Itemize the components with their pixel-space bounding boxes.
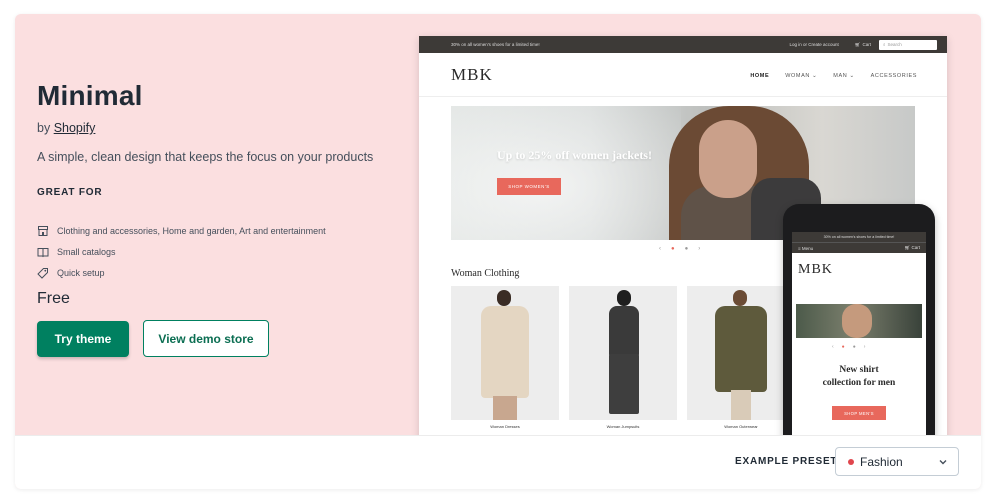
mobile-preview: 30% on all women's shoes for a limited t…	[783, 204, 935, 464]
account-links: Log in or Create account	[789, 42, 839, 47]
chevron-left-icon: ‹	[659, 246, 661, 252]
mobile-logo: MBK	[798, 262, 833, 277]
preset-color-swatch	[848, 458, 854, 465]
mobile-cart: 🛒︎ Cart	[904, 245, 921, 250]
section-title: Woman Clothing	[451, 268, 520, 279]
slider-dot: ●	[671, 246, 675, 252]
search-icon: ⌕	[883, 42, 886, 47]
shop-womens-button: SHOP WOMEN'S	[497, 178, 561, 195]
theme-title: Minimal	[37, 80, 143, 111]
cart-icon: 🛒︎	[904, 245, 911, 250]
author-link[interactable]: Shopify	[54, 121, 96, 135]
by-prefix: by	[37, 121, 51, 135]
feature-item: Clothing and accessories, Home and garde…	[37, 225, 326, 237]
chevron-right-icon: ›	[863, 344, 866, 350]
great-for-heading: GREAT FOR	[37, 187, 103, 198]
product-card	[569, 286, 677, 420]
try-theme-button[interactable]: Try theme	[37, 321, 129, 357]
mobile-screen: 30% on all women's shoes for a limited t…	[792, 232, 926, 464]
product-title: Woman Dresses	[490, 424, 520, 429]
store-icon	[38, 226, 48, 236]
product-title: Woman Jumpsuits	[606, 424, 640, 429]
store-header: MBK HOME WOMAN ⌄ MAN ⌄ ACCESSORIES	[419, 53, 947, 97]
feature-item: Small catalogs	[37, 246, 116, 258]
slider-dot: ●	[852, 344, 856, 350]
search-box: ⌕ Search	[879, 39, 937, 50]
byline: by Shopify	[37, 121, 95, 135]
preset-bar: EXAMPLE PRESETS Fashion	[15, 435, 981, 489]
product-card	[687, 286, 795, 420]
store-logo: MBK	[451, 65, 493, 84]
announcement-bar: 30% on all women's shoes for a limited t…	[419, 36, 947, 53]
nav-item-woman: WOMAN ⌄	[785, 73, 818, 79]
feature-label: Small catalogs	[57, 247, 116, 257]
search-placeholder: Search	[887, 42, 902, 47]
book-icon	[37, 248, 49, 258]
chevron-left-icon: ‹	[832, 344, 834, 350]
theme-card: Minimal by Shopify A simple, clean desig…	[15, 14, 981, 489]
mobile-menu-bar: ≡ Menu 🛒︎ Cart	[792, 242, 926, 253]
cart-label: Cart	[862, 42, 871, 47]
slider-dot: ●	[684, 246, 689, 252]
nav-item-man: MAN ⌄	[833, 73, 855, 79]
feature-label: Clothing and accessories, Home and garde…	[57, 226, 326, 236]
view-demo-store-button[interactable]: View demo store	[143, 320, 269, 357]
shop-mens-button: SHOP MEN'S	[832, 406, 886, 420]
theme-price: Free	[37, 290, 70, 307]
nav-item-home: HOME	[750, 73, 770, 79]
feature-label: Quick setup	[57, 268, 105, 278]
product-card	[451, 286, 559, 420]
example-presets-label: EXAMPLE PRESETS	[735, 456, 845, 467]
slider-controls: ‹ ● ● ›	[659, 246, 700, 252]
store-nav: HOME WOMAN ⌄ MAN ⌄ ACCESSORIES	[750, 73, 917, 79]
chevron-right-icon: ›	[698, 246, 701, 252]
preset-select[interactable]: Fashion	[835, 447, 959, 476]
feature-item: Quick setup	[37, 267, 105, 279]
cart-link: 🛒︎ Cart	[855, 42, 871, 48]
mobile-announcement-bar: 30% on all women's shoes for a limited t…	[792, 232, 926, 242]
chevron-down-icon	[939, 460, 947, 465]
hamburger-icon: ≡	[798, 245, 801, 251]
hero-heading: Up to 25% off women jackets!	[497, 148, 652, 162]
mobile-hero-heading: New shirt collection for men	[822, 365, 896, 388]
tag-icon	[37, 268, 48, 279]
nav-item-accessories: ACCESSORIES	[870, 73, 917, 79]
product-title: Woman Outerwear	[724, 424, 758, 429]
mobile-hero-photo	[796, 304, 922, 338]
preset-selected-value: Fashion	[860, 454, 903, 469]
mobile-menu: ≡ Menu	[798, 245, 814, 251]
slider-dot: ●	[841, 344, 845, 350]
promo-text: 30% on all women's shoes for a limited t…	[451, 42, 540, 47]
mobile-slider-controls: ‹ ● ● ›	[832, 344, 865, 350]
theme-description: A simple, clean design that keeps the fo…	[37, 150, 374, 164]
cart-icon: 🛒︎	[854, 41, 861, 47]
